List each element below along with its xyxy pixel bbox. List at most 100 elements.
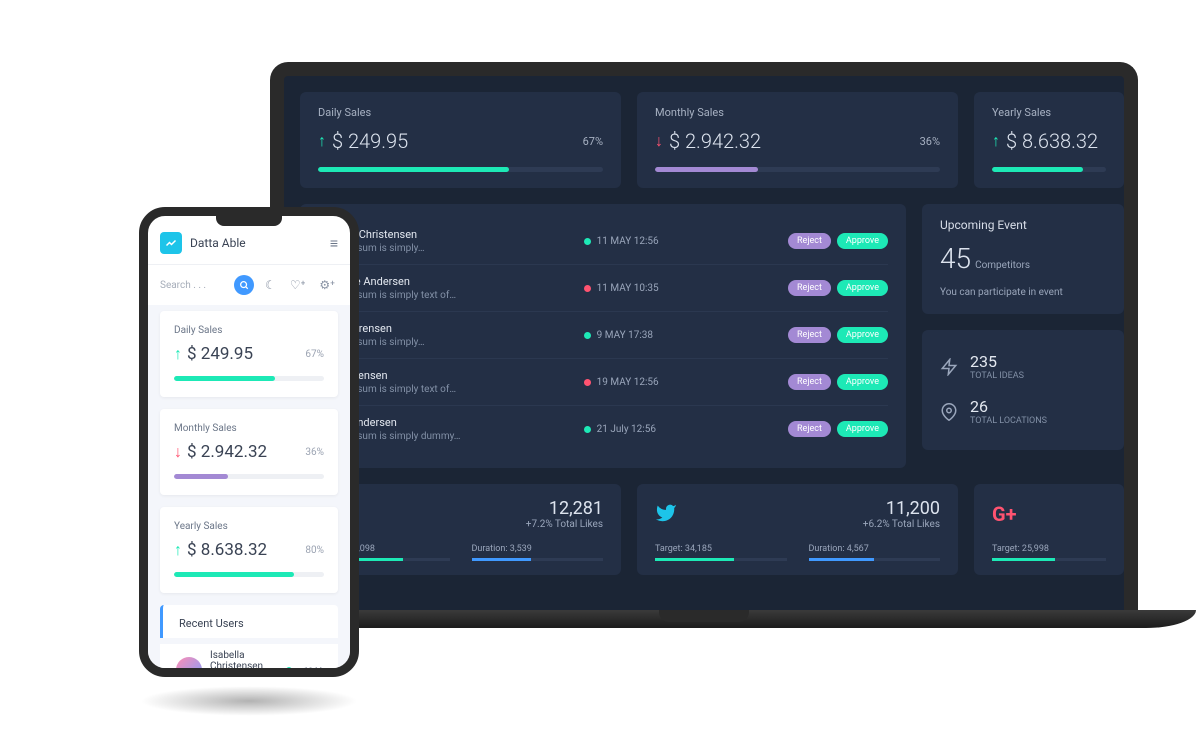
monthly-sales-value: $ 2.942.32 xyxy=(669,129,761,153)
fb-count: 12,281 xyxy=(318,498,603,519)
lightning-icon xyxy=(940,358,958,376)
tw-sub: +6.2% Total Likes xyxy=(655,519,940,530)
total-ideas-row: 235TOTAL IDEAS xyxy=(940,344,1106,389)
daily-sales-value: $ 249.95 xyxy=(332,129,408,153)
phone-daily-card: Daily Sales ↑$ 249.9567% xyxy=(160,311,338,397)
event-count: 45 xyxy=(940,242,971,275)
daily-sales-bar xyxy=(318,167,603,172)
reject-button[interactable]: Reject xyxy=(788,280,831,296)
phone-shadow xyxy=(140,686,358,716)
app-logo-icon[interactable] xyxy=(160,232,182,254)
yearly-sales-value: $ 8.638.32 xyxy=(1006,129,1098,153)
reject-button[interactable]: Reject xyxy=(788,421,831,437)
event-title: Upcoming Event xyxy=(940,218,1106,232)
map-pin-icon xyxy=(940,403,958,421)
table-row: Isabella ChristensenLorem Ipsum is simpl… xyxy=(318,218,888,265)
phone-screen: Datta Able ≡ Search . . . ☾ ♡⁺ ⚙⁺ Daily … xyxy=(148,216,350,668)
search-input[interactable]: Search . . . xyxy=(160,280,226,291)
status-dot-icon xyxy=(286,667,292,668)
reject-button[interactable]: Reject xyxy=(788,233,831,249)
daily-sales-card: Daily Sales ↑$ 249.95 67% xyxy=(300,92,621,188)
user-actions: Reject Approve xyxy=(788,421,888,437)
bell-icon[interactable]: ♡⁺ xyxy=(287,278,309,292)
laptop-base xyxy=(212,610,1196,628)
total-locations-row: 26TOTAL LOCATIONS xyxy=(940,389,1106,434)
stat-row: Daily Sales ↑$ 249.95 67% Monthly Sales … xyxy=(284,76,1124,188)
approve-button[interactable]: Approve xyxy=(837,327,888,343)
arrow-up-icon: ↑ xyxy=(318,131,326,151)
yearly-sales-bar xyxy=(992,167,1106,172)
arrow-up-icon: ↑ xyxy=(174,540,182,560)
phone-body: Daily Sales ↑$ 249.9567% Monthly Sales ↓… xyxy=(148,305,350,668)
status-dot-icon xyxy=(584,285,591,292)
googleplus-card: G+ Target: 25,998 xyxy=(974,484,1124,575)
monthly-sales-card: Monthly Sales ↓$ 2.942.32 36% xyxy=(637,92,958,188)
phone-toolbar: Search . . . ☾ ♡⁺ ⚙⁺ xyxy=(148,265,350,305)
ideas-locations-card: 235TOTAL IDEAS 26TOTAL LOCATIONS xyxy=(922,330,1124,450)
fb-dur-label: Duration: xyxy=(472,544,508,554)
phone-yearly-bar xyxy=(174,572,324,577)
laptop-frame: Daily Sales ↑ $ 249.95 67% Monthly Sales … xyxy=(270,62,1138,610)
twitter-card: 11,200 +6.2% Total Likes Target: 34,185 … xyxy=(637,484,958,575)
fb-duration: 3,539 xyxy=(510,544,532,554)
phone-monthly-bar xyxy=(174,474,324,479)
phone-frame: Datta Able ≡ Search . . . ☾ ♡⁺ ⚙⁺ Daily … xyxy=(139,207,359,677)
status-dot-icon xyxy=(584,379,591,386)
phone-monthly-pct: 36% xyxy=(305,447,324,458)
tw-duration: 4,567 xyxy=(847,544,869,554)
phone-yearly-card: Yearly Sales ↑$ 8.638.3280% xyxy=(160,507,338,593)
status-dot-icon xyxy=(584,238,591,245)
monthly-sales-bar xyxy=(655,167,940,172)
monthly-sales-pct: 36% xyxy=(920,135,940,148)
user-actions: Reject Approve xyxy=(788,374,888,390)
daily-sales-label: Daily Sales xyxy=(318,106,603,119)
recent-users-card: Isabella ChristensenLorem Ipsum is simpl… xyxy=(300,204,906,468)
tw-count: 11,200 xyxy=(655,498,940,519)
event-count-label: Competitors xyxy=(975,260,1030,271)
approve-button[interactable]: Approve xyxy=(837,421,888,437)
phone-monthly-label: Monthly Sales xyxy=(174,423,324,434)
approve-button[interactable]: Approve xyxy=(837,280,888,296)
reject-button[interactable]: Reject xyxy=(788,327,831,343)
user-actions: Reject Approve xyxy=(788,280,888,296)
phone-header: Datta Able ≡ xyxy=(148,232,350,265)
twitter-icon xyxy=(655,502,677,530)
reject-button[interactable]: Reject xyxy=(788,374,831,390)
gear-icon[interactable]: ⚙⁺ xyxy=(316,278,338,292)
phone-yearly-value: $ 8.638.32 xyxy=(187,540,267,560)
phone-yearly-pct: 80% xyxy=(305,545,324,556)
phone-user-time: 11 M xyxy=(304,666,322,669)
user-time: 9 MAY 17:38 xyxy=(584,330,788,341)
app-title: Datta Able xyxy=(190,236,322,250)
phone-daily-bar xyxy=(174,376,324,381)
yearly-sales-label: Yearly Sales xyxy=(992,106,1106,119)
moon-icon[interactable]: ☾ xyxy=(262,278,279,292)
phone-user-name: Isabella Christensen xyxy=(210,650,278,668)
search-button[interactable] xyxy=(234,275,254,295)
phone-recent-users-title: Recent Users xyxy=(160,605,338,638)
table-row: Karla SorensenLorem Ipsum is simply…9 MA… xyxy=(318,312,888,359)
tw-target-label: Target: xyxy=(655,544,683,554)
tw-dur-label: Duration: xyxy=(809,544,845,554)
ideas-label: TOTAL IDEAS xyxy=(970,371,1024,381)
googleplus-icon: G+ xyxy=(992,502,1017,526)
social-row: 12,281 +7.2% Total Likes Target: 35,098 … xyxy=(284,468,1124,575)
ideas-number: 235 xyxy=(970,352,1024,371)
tw-target: 34,185 xyxy=(685,544,712,554)
laptop-screen: Daily Sales ↑ $ 249.95 67% Monthly Sales … xyxy=(284,76,1124,575)
avatar xyxy=(176,657,202,668)
locations-label: TOTAL LOCATIONS xyxy=(970,416,1047,426)
approve-button[interactable]: Approve xyxy=(837,374,888,390)
arrow-down-icon: ↓ xyxy=(174,442,182,462)
phone-user-row[interactable]: Isabella Christensen Lorem Ipsum is simp… xyxy=(160,644,338,668)
phone-daily-label: Daily Sales xyxy=(174,325,324,336)
user-time: 11 MAY 12:56 xyxy=(584,236,788,247)
monthly-sales-label: Monthly Sales xyxy=(655,106,940,119)
menu-icon[interactable]: ≡ xyxy=(330,235,338,252)
user-time: 19 MAY 12:56 xyxy=(584,377,788,388)
phone-daily-pct: 67% xyxy=(305,349,324,360)
approve-button[interactable]: Approve xyxy=(837,233,888,249)
user-actions: Reject Approve xyxy=(788,327,888,343)
status-dot-icon xyxy=(584,426,591,433)
status-dot-icon xyxy=(584,332,591,339)
